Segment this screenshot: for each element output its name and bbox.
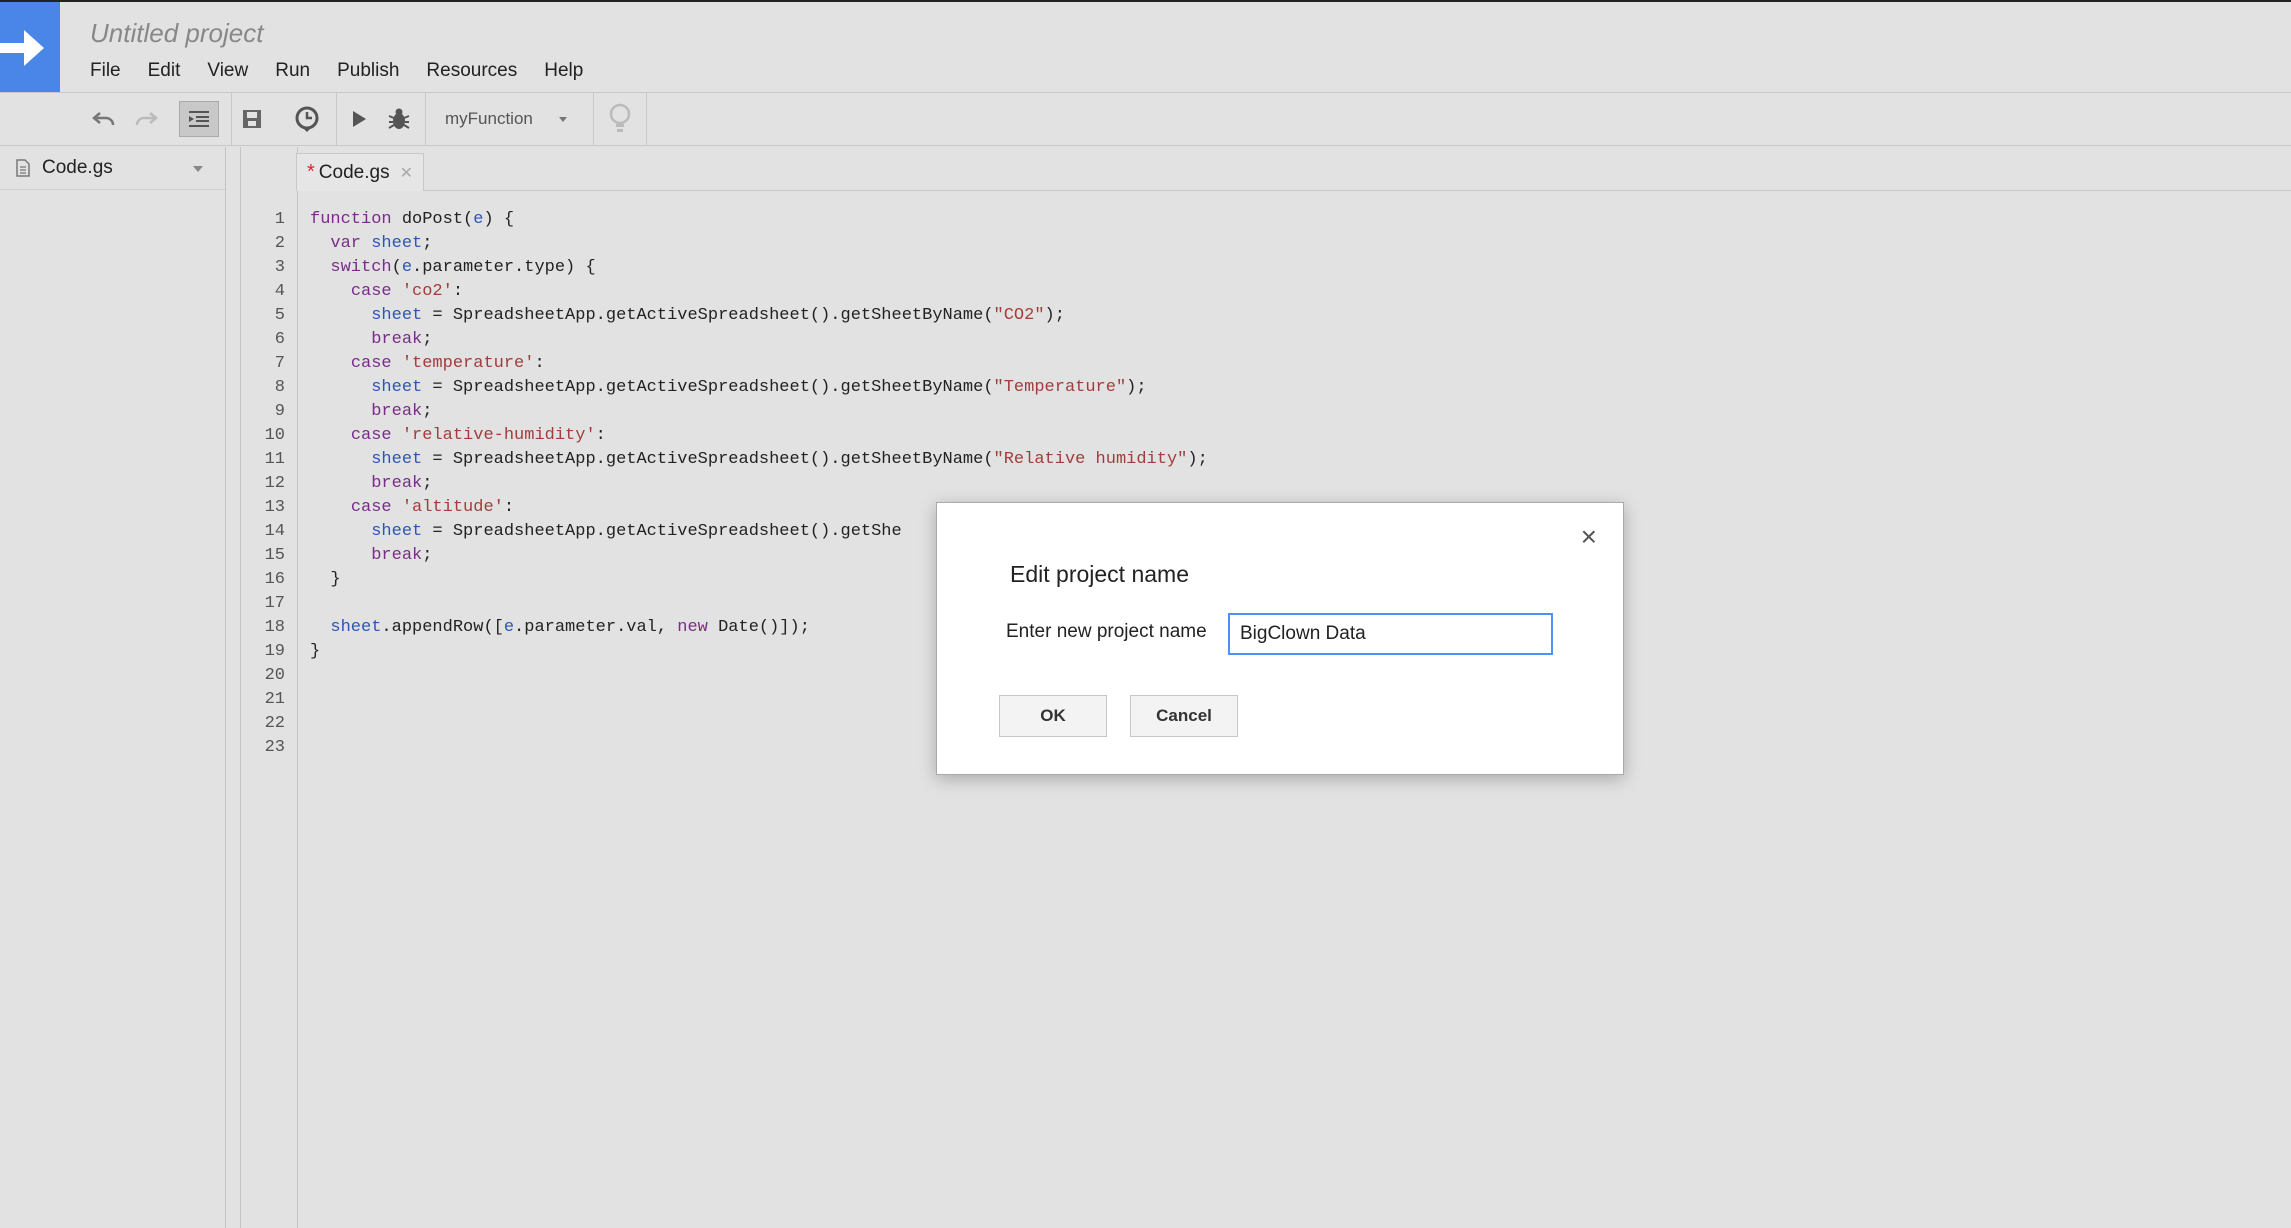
indent-icon	[189, 111, 209, 127]
line-number: 14	[264, 522, 285, 541]
line-number: 19	[264, 642, 285, 661]
menu-file[interactable]: File	[90, 60, 121, 82]
tips-button[interactable]	[604, 101, 636, 137]
code-line: case 'temperature':	[350, 354, 545, 373]
code-line: case 'relative-humidity':	[350, 426, 606, 445]
project-name-label: Enter new project name	[1006, 621, 1207, 642]
menu-help[interactable]: Help	[544, 60, 583, 82]
debug-button[interactable]	[383, 101, 415, 137]
top-bar: Untitled project File Edit View Run Publ…	[0, 0, 2291, 92]
undo-icon	[92, 112, 115, 126]
editor-tab-bar: * Code.gs ✕	[296, 147, 2291, 191]
line-number: 21	[264, 690, 285, 709]
run-button[interactable]	[344, 101, 374, 137]
sidebar-file-code-gs[interactable]: Code.gs	[0, 147, 225, 190]
project-name-input[interactable]	[1228, 613, 1553, 655]
ok-button[interactable]: OK	[999, 695, 1107, 737]
line-number: 23	[264, 738, 285, 757]
code-line: sheet = SpreadsheetApp.getActiveSpreadsh…	[371, 306, 1065, 325]
cancel-button[interactable]: Cancel	[1130, 695, 1238, 737]
line-number: 5	[274, 306, 285, 325]
menu-edit[interactable]: Edit	[148, 60, 181, 82]
arrow-right-icon	[0, 30, 44, 66]
line-number: 17	[264, 594, 285, 613]
line-number: 9	[274, 402, 285, 421]
document-icon	[16, 159, 30, 177]
toolbar: myFunction	[0, 92, 2291, 146]
undo-button[interactable]	[88, 101, 120, 137]
menu-publish[interactable]: Publish	[337, 60, 399, 82]
triggers-button[interactable]	[290, 101, 324, 137]
line-number: 12	[264, 474, 285, 493]
line-number: 15	[264, 546, 285, 565]
line-number: 18	[264, 618, 285, 637]
close-icon[interactable]: ✕	[400, 163, 413, 183]
clock-icon	[295, 106, 319, 132]
line-number: 8	[274, 378, 285, 397]
line-number: 1	[274, 210, 285, 229]
code-line: var sheet;	[330, 234, 433, 253]
line-number: 22	[264, 714, 285, 733]
menu-view[interactable]: View	[207, 60, 248, 82]
redo-icon	[135, 112, 158, 126]
code-line: break;	[371, 474, 433, 493]
code-line: break;	[371, 402, 433, 421]
code-line: sheet = SpreadsheetApp.getActiveSpreadsh…	[371, 450, 1208, 469]
redo-button[interactable]	[130, 101, 162, 137]
close-icon[interactable]: ×	[1581, 521, 1597, 553]
menu-run[interactable]: Run	[275, 60, 310, 82]
code-line: switch(e.parameter.type) {	[330, 258, 596, 277]
line-number: 10	[264, 426, 285, 445]
function-select-value: myFunction	[445, 109, 533, 128]
menu-resources[interactable]: Resources	[426, 60, 517, 82]
line-numbers: 1 2 3 4 5 6 7 8 9 10 11 12 13 14 15 16 1…	[245, 208, 285, 760]
code-line: function doPost(e) {	[310, 210, 515, 229]
code-line: case 'co2':	[350, 282, 464, 301]
code-line: sheet = SpreadsheetApp.getActiveSpreadsh…	[371, 378, 1147, 397]
modified-marker: *	[307, 161, 315, 183]
edit-project-name-dialog: × Edit project name Enter new project na…	[936, 502, 1624, 775]
menu-bar: File Edit View Run Publish Resources Hel…	[90, 60, 610, 82]
apps-script-logo[interactable]	[0, 2, 60, 92]
save-button[interactable]	[236, 101, 268, 137]
line-number: 20	[264, 666, 285, 685]
line-number: 6	[274, 330, 285, 349]
line-number: 13	[264, 498, 285, 517]
line-number: 7	[274, 354, 285, 373]
line-number: 11	[264, 450, 285, 469]
dialog-title: Edit project name	[1010, 561, 1189, 587]
lightbulb-icon	[609, 103, 631, 132]
line-number: 4	[274, 282, 285, 301]
line-number: 3	[274, 258, 285, 277]
file-sidebar: Code.gs	[0, 147, 226, 1228]
tab-label: Code.gs	[318, 161, 390, 183]
save-icon	[243, 110, 261, 128]
run-icon	[353, 111, 366, 127]
indent-toggle-button[interactable]	[179, 101, 219, 137]
line-number: 16	[264, 570, 285, 589]
chevron-down-icon	[559, 117, 567, 122]
tab-code-gs[interactable]: * Code.gs ✕	[296, 153, 424, 191]
sidebar-file-label: Code.gs	[42, 157, 113, 178]
project-title[interactable]: Untitled project	[90, 18, 263, 49]
line-number: 2	[274, 234, 285, 253]
code-line: break;	[371, 330, 433, 349]
chevron-down-icon[interactable]	[193, 166, 203, 172]
function-select[interactable]: myFunction	[445, 101, 575, 137]
debug-icon	[388, 108, 410, 129]
